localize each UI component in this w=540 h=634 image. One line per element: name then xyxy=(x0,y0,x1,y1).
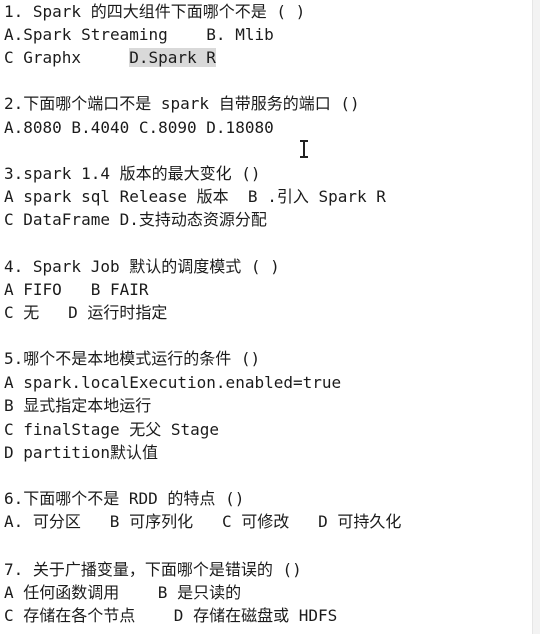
question-4: 4. Spark Job 默认的调度模式 ( ) xyxy=(4,257,280,276)
text-cursor-icon xyxy=(300,140,308,158)
question-4-options-ab: A FIFO B FAIR xyxy=(4,280,149,299)
question-3-options-cd: C DataFrame D.支持动态资源分配 xyxy=(4,210,267,229)
question-2: 2.下面哪个端口不是 spark 自带服务的端口 () xyxy=(4,94,360,113)
question-1-options-ab: A.Spark Streaming B. Mlib xyxy=(4,25,274,44)
question-1: 1. Spark 的四大组件下面哪个不是 ( ) xyxy=(4,2,306,21)
question-6-options: A. 可分区 B 可序列化 C 可修改 D 可持久化 xyxy=(4,512,402,531)
question-5-option-c: C finalStage 无父 Stage xyxy=(4,420,220,439)
question-5-option-d: D partition默认值 xyxy=(4,443,158,462)
question-2-options: A.8080 B.4040 C.8090 D.18080 xyxy=(4,118,274,137)
question-1-options-cd: C Graphx D.Spark R xyxy=(4,48,216,68)
question-4-options-cd: C 无 D 运行时指定 xyxy=(4,303,168,322)
option-c-text: C Graphx xyxy=(4,48,130,67)
highlighted-option-d[interactable]: D.Spark R xyxy=(129,48,216,67)
document-page: 1. Spark 的四大组件下面哪个不是 ( ) A.Spark Streami… xyxy=(0,0,540,634)
question-3-options-ab: A spark sql Release 版本 B .引入 Spark R xyxy=(4,187,386,206)
question-6: 6.下面哪个不是 RDD 的特点 () xyxy=(4,489,245,508)
question-5-option-b: B 显式指定本地运行 xyxy=(4,396,152,415)
question-7-options-cd: C 存储在各个节点 D 存储在磁盘或 HDFS xyxy=(4,606,338,625)
question-5-option-a: A spark.localExecution.enabled=true xyxy=(4,373,342,392)
question-7-options-ab: A 任何函数调用 B 是只读的 xyxy=(4,583,242,602)
question-7: 7. 关于广播变量，下面哪个是错误的 () xyxy=(4,560,302,579)
vertical-scrollbar[interactable] xyxy=(532,0,540,634)
question-5: 5.哪个不是本地模式运行的条件 () xyxy=(4,349,261,368)
question-3: 3.spark 1.4 版本的最大变化 () xyxy=(4,164,261,183)
